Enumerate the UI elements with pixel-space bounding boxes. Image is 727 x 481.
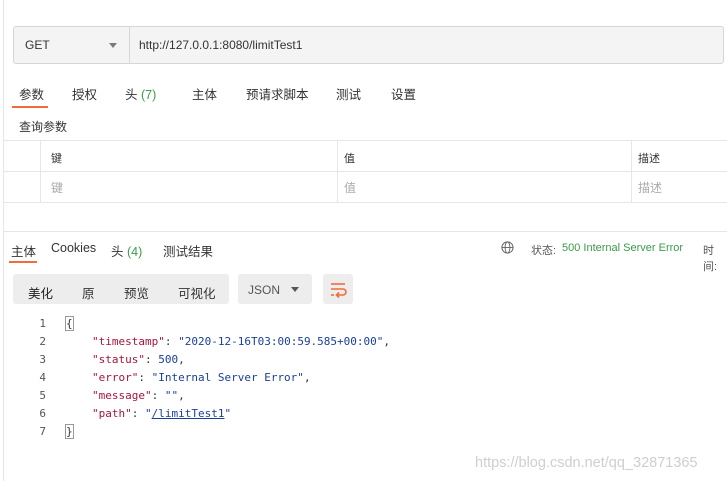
status-label: 状态: xyxy=(531,245,557,257)
chevron-down-icon xyxy=(109,43,117,48)
table-top-border xyxy=(3,140,727,141)
json-link[interactable]: /limitTest1 xyxy=(152,407,225,420)
tab-pre-request-script[interactable]: 预请求脚本 xyxy=(246,84,309,103)
json-key: "path" xyxy=(92,407,132,420)
response-tab-headers[interactable]: 头 (4) xyxy=(111,241,142,260)
line-number: 5 xyxy=(39,389,46,402)
json-line: "status": 500, xyxy=(92,353,185,366)
column-header-description: 描述 xyxy=(638,153,660,165)
left-border xyxy=(3,0,4,481)
view-pretty-button[interactable]: 美化 xyxy=(28,283,53,302)
response-tab-headers-label: 头 xyxy=(111,245,124,259)
tab-settings[interactable]: 设置 xyxy=(391,84,416,103)
json-quote: " xyxy=(224,407,232,420)
table-col-divider xyxy=(40,140,41,203)
line-number: 1 xyxy=(39,317,46,330)
json-line: "message": "", xyxy=(92,389,185,402)
json-key: "status" xyxy=(92,353,145,366)
param-value-input[interactable]: 值 xyxy=(344,179,356,196)
json-separator: , xyxy=(383,335,391,348)
response-tab-cookies[interactable]: Cookies xyxy=(51,241,96,255)
view-raw-button[interactable]: 原 xyxy=(82,283,95,302)
json-quote: " xyxy=(145,407,152,420)
response-tab-test-results[interactable]: 测试结果 xyxy=(163,241,213,260)
response-tab-headers-count: (4) xyxy=(127,245,143,259)
tab-params[interactable]: 参数 xyxy=(19,84,44,103)
query-params-title: 查询参数 xyxy=(19,120,68,134)
column-header-key: 键 xyxy=(51,153,62,165)
line-number: 4 xyxy=(39,371,46,384)
json-value: "" xyxy=(164,389,179,402)
format-select[interactable]: JSON xyxy=(238,274,312,304)
tab-body[interactable]: 主体 xyxy=(192,84,217,103)
table-col-divider xyxy=(337,140,338,203)
json-line: "timestamp": "2020-12-16T03:00:59.585+00… xyxy=(92,335,391,348)
wrap-lines-button[interactable] xyxy=(323,274,353,304)
json-close-brace: } xyxy=(65,424,74,439)
watermark: https://blog.csdn.net/qq_32871365 xyxy=(475,455,698,471)
table-col-divider xyxy=(631,140,632,203)
json-value: "2020-12-16T03:00:59.585+00:00" xyxy=(178,335,384,348)
view-visualize-button[interactable]: 可视化 xyxy=(178,283,216,302)
json-separator: , xyxy=(178,389,185,402)
json-line: "path": "/limitTest1" xyxy=(92,407,232,420)
globe-icon[interactable] xyxy=(501,241,514,254)
tab-headers[interactable]: 头 (7) xyxy=(125,84,156,103)
param-key-input[interactable]: 键 xyxy=(51,179,63,196)
status-value: 500 Internal Server Error xyxy=(562,242,684,254)
json-key: "error" xyxy=(92,371,139,384)
json-separator: , xyxy=(178,353,185,366)
method-select[interactable]: GET xyxy=(14,27,130,63)
view-preview-button[interactable]: 预览 xyxy=(124,283,149,302)
tab-headers-count: (7) xyxy=(141,88,157,102)
response-tab-body[interactable]: 主体 xyxy=(11,241,36,260)
active-tab-indicator xyxy=(12,106,48,108)
line-number: 6 xyxy=(39,407,46,420)
format-label: JSON xyxy=(248,283,281,297)
param-description-input[interactable]: 描述 xyxy=(638,179,662,196)
json-key: "timestamp" xyxy=(92,335,165,348)
line-number: 7 xyxy=(39,425,46,438)
json-value: "Internal Server Error" xyxy=(151,371,304,384)
tab-tests[interactable]: 测试 xyxy=(336,84,361,103)
json-line: "error": "Internal Server Error", xyxy=(92,371,311,384)
json-separator: , xyxy=(303,371,311,384)
chevron-down-icon xyxy=(291,287,299,292)
view-mode-group: 美化 原 预览 可视化 xyxy=(13,274,229,304)
tab-headers-label: 头 xyxy=(125,88,138,102)
url-input[interactable]: http://127.0.0.1:8080/limitTest1 xyxy=(139,38,302,52)
time-label: 时间: xyxy=(703,245,718,273)
response-divider[interactable] xyxy=(3,231,727,232)
json-open-brace: { xyxy=(65,316,74,331)
line-number: 2 xyxy=(39,335,46,348)
method-label: GET xyxy=(25,38,50,52)
tab-auth[interactable]: 授权 xyxy=(72,84,97,103)
table-header-border xyxy=(3,171,727,172)
column-header-value: 值 xyxy=(344,153,355,165)
wrap-lines-icon xyxy=(331,283,347,299)
table-bottom-border xyxy=(3,202,727,203)
line-number: 3 xyxy=(39,353,46,366)
request-url-bar: GET http://127.0.0.1:8080/limitTest1 xyxy=(13,26,724,64)
json-key: "message" xyxy=(92,389,152,402)
active-response-tab-indicator xyxy=(9,261,37,263)
json-value: 500 xyxy=(158,353,179,366)
